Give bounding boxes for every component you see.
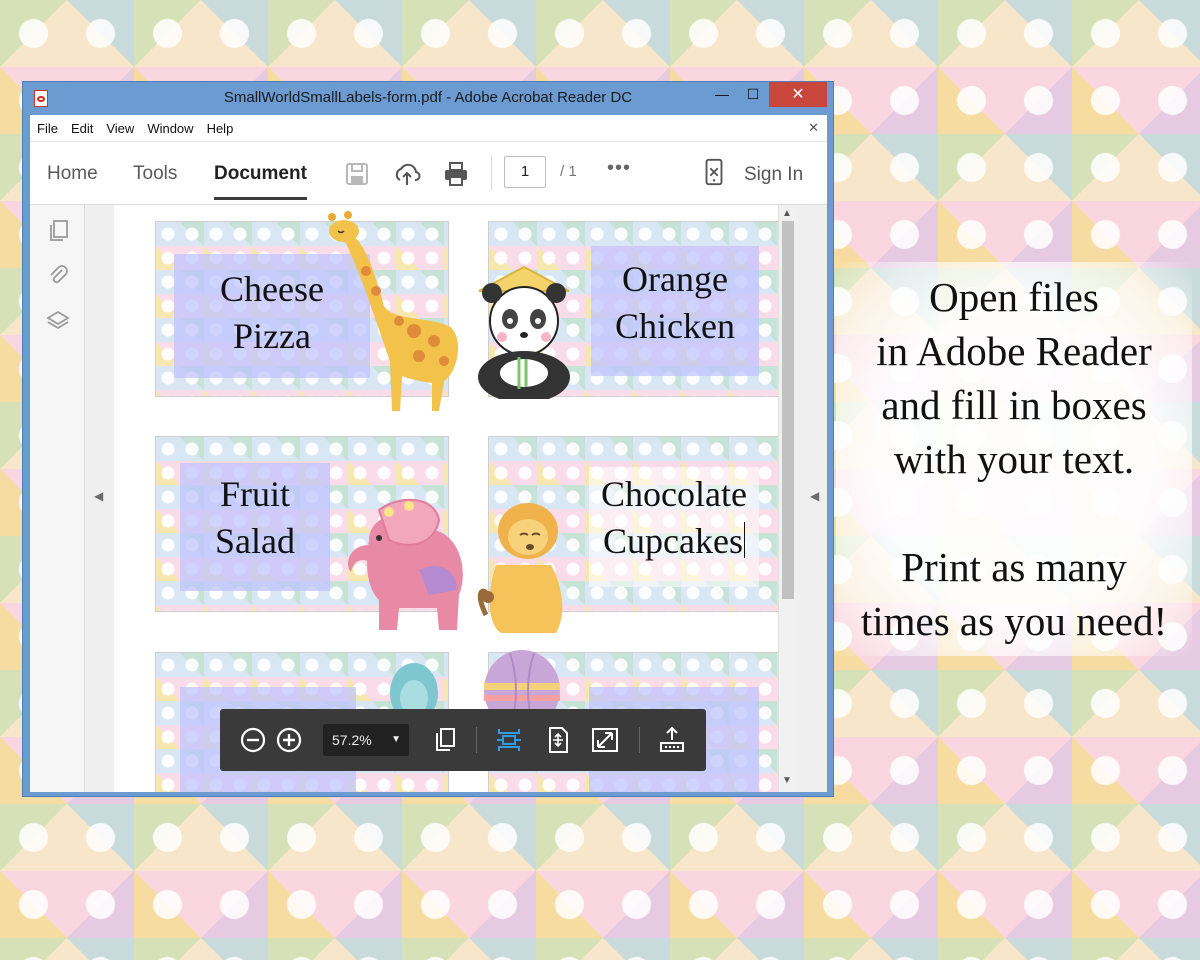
menu-help[interactable]: Help [200, 115, 240, 136]
attachments-icon[interactable] [46, 263, 70, 287]
layers-icon[interactable] [46, 309, 70, 333]
zoombar-divider [476, 727, 477, 753]
collapse-right-pane-icon[interactable]: ◀ [810, 489, 819, 503]
tab-home[interactable]: Home [47, 163, 98, 185]
zoom-out-icon[interactable] [238, 725, 268, 755]
label-text-field[interactable]: Fruit Salad [180, 463, 330, 591]
chevron-down-icon: ▼ [391, 734, 401, 745]
sign-in-button[interactable]: Sign In [744, 164, 803, 186]
scroll-up-icon[interactable]: ▲ [782, 208, 792, 219]
fit-width-icon[interactable] [494, 725, 524, 755]
menu-bar: File Edit View Window Help ✕ [30, 115, 827, 142]
menu-window[interactable]: Window [140, 115, 199, 136]
lion-illustration [477, 503, 563, 633]
caption-line: and fill in boxes [881, 382, 1147, 428]
caption-line: in Adobe Reader [876, 328, 1152, 374]
menu-edit[interactable]: Edit [64, 115, 99, 136]
navigation-pane [30, 205, 85, 792]
label-text-field[interactable]: Chocolate Cupcakes [589, 467, 759, 587]
giraffe-illustration [328, 211, 459, 411]
pdf-page: Cheese Pizza Orange Chicken Fruit Salad [114, 205, 784, 792]
close-button[interactable]: ✕ [769, 82, 827, 107]
save-icon[interactable] [343, 160, 371, 188]
scrollbar-thumb[interactable] [782, 221, 794, 599]
minimize-button[interactable]: — [707, 82, 737, 107]
more-tools-icon[interactable]: ••• [607, 157, 631, 180]
caption-line: Print as many [901, 544, 1127, 590]
tab-document[interactable]: Document [214, 163, 307, 200]
label-line: Fruit [219, 474, 290, 514]
document-viewport[interactable]: ◀ Cheese Pizza Orange Chicken Fruit Sala… [30, 205, 827, 792]
fit-page-icon[interactable] [543, 725, 573, 755]
main-toolbar: Home Tools Document 1 / 1 ••• Sign In [30, 142, 827, 205]
panda-illustration [478, 265, 570, 399]
full-screen-icon[interactable] [590, 725, 620, 755]
scroll-down-icon[interactable]: ▼ [782, 775, 792, 786]
label-text-field[interactable]: Orange Chicken [591, 246, 759, 376]
mobile-link-icon[interactable] [700, 158, 728, 186]
caption-line: with your text. [893, 436, 1135, 482]
label-line: Orange [622, 259, 728, 299]
toolbar-divider [491, 156, 492, 190]
maximize-button[interactable]: ☐ [738, 82, 768, 107]
tab-tools[interactable]: Tools [133, 163, 177, 185]
print-icon[interactable] [442, 160, 470, 188]
text-cursor [743, 522, 745, 558]
elephant-illustration [348, 498, 463, 630]
floating-zoom-toolbar: 57.2% ▼ [220, 709, 706, 771]
share-upload-icon[interactable] [657, 725, 687, 755]
zoom-value: 57.2% [332, 732, 372, 748]
cloud-upload-icon[interactable] [393, 160, 421, 188]
page-thumbnails-icon[interactable] [46, 219, 70, 243]
zoombar-divider [639, 727, 640, 753]
label-line: Salad [215, 521, 295, 561]
zoom-in-icon[interactable] [274, 725, 304, 755]
collapse-left-pane-icon[interactable]: ◀ [94, 489, 103, 503]
title-bar[interactable]: SmallWorldSmallLabels-form.pdf - Adobe A… [23, 82, 833, 115]
page-display-icon[interactable] [430, 725, 460, 755]
acrobat-window: SmallWorldSmallLabels-form.pdf - Adobe A… [22, 81, 834, 797]
vertical-scrollbar[interactable]: ▲ ▼ [778, 205, 797, 792]
zoom-level-select[interactable]: 57.2% ▼ [323, 724, 409, 756]
menu-view[interactable]: View [99, 115, 140, 136]
caption-line: Open files [929, 274, 1099, 320]
label-line: Cupcakes [603, 521, 745, 561]
page-total: / 1 [560, 163, 577, 180]
page-number-input[interactable]: 1 [504, 156, 546, 188]
close-document-icon[interactable]: ✕ [808, 120, 819, 136]
label-line: Chocolate [601, 474, 747, 514]
caption-line: times as you need! [860, 598, 1168, 644]
instruction-caption: Open files in Adobe Reader and fill in b… [836, 262, 1192, 656]
menu-file[interactable]: File [30, 115, 64, 136]
label-line: Chicken [615, 306, 735, 346]
